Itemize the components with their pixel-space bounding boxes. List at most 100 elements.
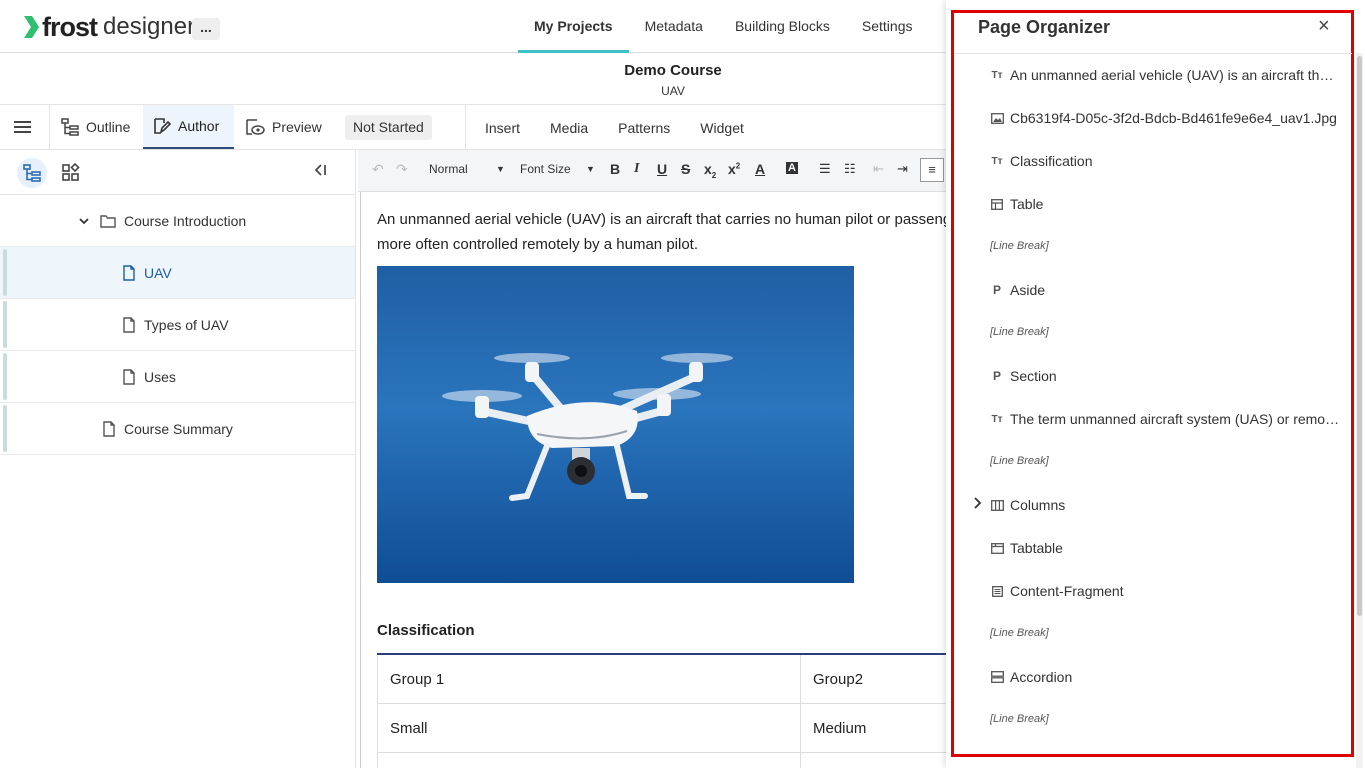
nav-tab-metadata[interactable]: Metadata [629,0,719,53]
align-left-icon[interactable]: ≡ [920,158,944,182]
tab-media[interactable]: Media [535,105,603,149]
collapse-left-icon [314,164,326,176]
organizer-item-section[interactable]: P Section [990,366,1340,386]
table-cell[interactable]: Group 1 [377,655,800,703]
underline-icon[interactable]: U [657,161,667,177]
close-icon[interactable]: × [1318,15,1330,38]
table-row: Group 1 Group2 [377,655,948,704]
organizer-scrollbar[interactable] [1356,53,1363,768]
app-root: frost designer ... My Projects Metadata … [0,0,1365,768]
bold-icon[interactable]: B [610,161,620,177]
undo-icon[interactable]: ↶ [372,161,384,178]
section-heading[interactable]: Classification [377,622,475,639]
table-cell[interactable]: Medium [800,704,948,752]
tree-page-uav[interactable]: UAV [0,247,355,299]
page-icon [123,264,135,281]
organizer-item-label: Table [1010,196,1044,212]
strikethrough-icon[interactable]: S [681,161,690,177]
organizer-item-label: An unmanned aerial vehicle (UAV) is an a… [1010,67,1340,83]
nav-tab-my-projects[interactable]: My Projects [518,0,629,53]
nav-tab-settings[interactable]: Settings [846,0,929,53]
font-size-caret-icon[interactable]: ▼ [586,164,595,174]
nav-tab-building-blocks[interactable]: Building Blocks [719,0,846,53]
superscript-icon[interactable]: x2 [728,161,740,177]
italic-icon[interactable]: I [634,161,639,177]
brand-sub: designer [103,13,196,40]
chevron-right-icon[interactable] [972,497,982,512]
status-badge[interactable]: Not Started [345,115,432,140]
chevron-down-icon [79,217,89,224]
tab-author-label: Author [178,118,220,134]
organizer-item-text[interactable]: Tт An unmanned aerial vehicle (UAV) is a… [990,65,1340,85]
indent-icon[interactable]: ⇥ [897,161,908,177]
tab-patterns[interactable]: Patterns [603,105,685,149]
organizer-item-label: Section [1010,368,1057,384]
tree-page-course-summary[interactable]: Course Summary [0,403,355,455]
organizer-item-content-fragment[interactable]: Content-Fragment [990,581,1340,601]
insert-tabs: Insert Media Patterns Widget [470,105,759,149]
body-paragraph[interactable]: An unmanned aerial vehicle (UAV) is an a… [377,207,948,257]
ordered-list-icon[interactable]: ☰ [819,161,831,177]
menu-icon-bar [14,126,31,128]
logo-chevron-icon [24,16,39,38]
organizer-item-heading[interactable]: Tт Classification [990,151,1340,171]
frost-logo[interactable]: frost designer [22,12,195,42]
tab-insert[interactable]: Insert [470,105,535,149]
scrollbar-thumb[interactable] [1357,56,1362,616]
organizer-item-tabtable[interactable]: Tabtable [990,538,1340,558]
outdent-icon[interactable]: ⇤ [873,161,884,177]
tree-folder-course-introduction[interactable]: Course Introduction [0,195,355,247]
tree-page-uses[interactable]: Uses [0,351,355,403]
table-cell[interactable] [377,753,800,768]
organizer-item-label: Content-Fragment [1010,583,1124,599]
table-cell[interactable]: Group2 [800,655,948,703]
outline-panel: Course Introduction UAV Types of UAV Use… [0,150,356,768]
bullet-list-icon[interactable]: ☷ [844,161,856,177]
page-icon [123,316,135,333]
outline-panel-toolbar [0,150,355,195]
tab-outline[interactable]: Outline [60,105,142,149]
uav-drone-image[interactable] [377,266,854,583]
format-select-caret-icon[interactable]: ▼ [496,164,505,174]
font-size-select[interactable]: Font Size [520,162,571,176]
organizer-item-image[interactable]: Cb6319f4-D05c-3f2d-Bdcb-Bd461fe9e6e4_uav… [990,108,1340,128]
highlight-color-icon[interactable]: A [786,162,798,174]
tab-author[interactable]: Author [143,105,234,149]
organizer-item-aside[interactable]: P Aside [990,280,1340,300]
editor-content-area[interactable]: An unmanned aerial vehicle (UAV) is an a… [360,192,948,768]
organizer-item-line-break[interactable]: [Line Break] [990,451,1340,471]
more-button[interactable]: ... [192,18,220,40]
paragraph-icon: P [992,283,1001,297]
subscript-icon[interactable]: x2 [704,161,716,180]
rich-text-toolbar: ↶ ↷ Normal ▼ Font Size ▼ B I U S x2 x2 A… [358,150,948,192]
tree-page-types-of-uav[interactable]: Types of UAV [0,299,355,351]
organizer-item-label: The term unmanned aircraft system (UAS) … [1010,411,1340,427]
tab-widget[interactable]: Widget [685,105,759,149]
font-color-icon[interactable]: A [755,161,765,177]
tab-preview[interactable]: Preview [244,105,334,149]
brand-name: frost [42,11,98,42]
columns-icon [990,498,1004,512]
organizer-item-label: Columns [1010,497,1066,513]
current-page-name: UAV [661,84,685,98]
course-title: Demo Course [624,62,722,79]
table-cell[interactable]: Small [377,704,800,752]
organizer-item-text[interactable]: Tт The term unmanned aircraft system (UA… [990,409,1340,429]
tree-item-label: Course Summary [124,420,233,437]
organizer-item-line-break[interactable]: [Line Break] [990,709,1340,729]
blocks-view-button[interactable] [56,158,86,188]
organizer-item-accordion[interactable]: Accordion [990,667,1340,687]
organizer-item-line-break[interactable]: [Line Break] [990,236,1340,256]
organizer-item-columns[interactable]: Columns [990,495,1340,515]
tree-view-icon [23,164,41,182]
classification-table[interactable]: Group 1 Group2 Small Medium [377,653,948,768]
redo-icon[interactable]: ↷ [396,161,408,178]
organizer-item-table[interactable]: Table [990,194,1340,214]
organizer-item-line-break[interactable]: [Line Break] [990,623,1340,643]
tree-view-button[interactable] [17,158,47,188]
collapse-panel-button[interactable] [312,162,328,182]
organizer-item-line-break[interactable]: [Line Break] [990,322,1340,342]
format-select[interactable]: Normal [429,162,468,176]
menu-button[interactable] [0,105,50,149]
table-cell[interactable] [800,753,948,768]
